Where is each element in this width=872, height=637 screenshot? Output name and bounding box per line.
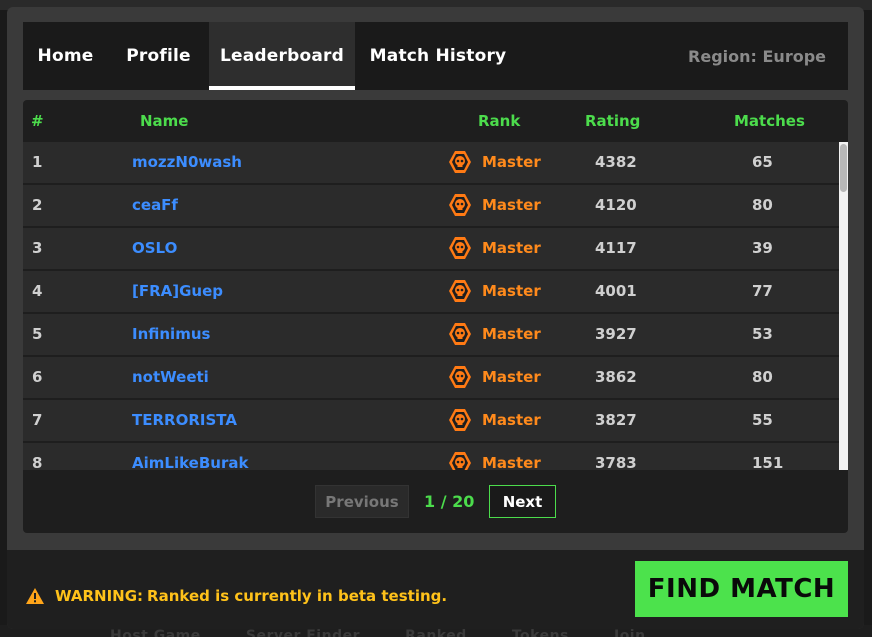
rank-label: Master bbox=[482, 153, 541, 171]
rating-value: 4382 bbox=[595, 153, 637, 171]
skull-badge-icon bbox=[449, 194, 471, 216]
rating-value: 3827 bbox=[595, 411, 637, 429]
nav-bar: Home Profile Leaderboard Match History R… bbox=[23, 22, 848, 90]
row-number: 2 bbox=[32, 196, 43, 214]
skull-badge-icon bbox=[449, 151, 471, 173]
rating-value: 4120 bbox=[595, 196, 637, 214]
bg-menu-item: Host Game bbox=[110, 628, 201, 637]
skull-badge-icon bbox=[449, 237, 471, 259]
region-label: Region: Europe bbox=[688, 46, 826, 66]
skull-badge-icon bbox=[449, 409, 471, 431]
player-name-link[interactable]: TERRORISTA bbox=[132, 411, 237, 429]
row-number: 3 bbox=[32, 239, 43, 257]
bg-menu-item: Ranked bbox=[405, 628, 467, 637]
rank-label: Master bbox=[482, 411, 541, 429]
matches-value: 151 bbox=[752, 454, 784, 470]
warning-label: WARNING: bbox=[55, 587, 144, 605]
header-rank: Rank bbox=[478, 112, 521, 130]
table-scrollbar[interactable] bbox=[839, 142, 848, 470]
table-row: 6 notWeeti Master 3862 80 bbox=[23, 357, 839, 398]
tab-match-history[interactable]: Match History bbox=[355, 22, 521, 90]
footer-bar: WARNING: Ranked is currently in beta tes… bbox=[7, 550, 864, 629]
player-name-link[interactable]: Infinimus bbox=[132, 325, 210, 343]
header-name: Name bbox=[140, 112, 189, 130]
skull-badge-icon bbox=[449, 323, 471, 345]
matches-value: 80 bbox=[752, 196, 773, 214]
warning-text: Ranked is currently in beta testing. bbox=[147, 587, 448, 605]
rating-value: 4001 bbox=[595, 282, 637, 300]
tab-home[interactable]: Home bbox=[23, 22, 108, 90]
rank-label: Master bbox=[482, 454, 541, 470]
table-header: # Name Rank Rating Matches bbox=[23, 100, 848, 142]
row-number: 4 bbox=[32, 282, 43, 300]
rating-value: 3862 bbox=[595, 368, 637, 386]
player-name-link[interactable]: notWeeti bbox=[132, 368, 209, 386]
leaderboard-table: # Name Rank Rating Matches 1 mozzN0wash … bbox=[23, 100, 848, 533]
header-matches: Matches bbox=[734, 112, 805, 130]
header-rating: Rating bbox=[585, 112, 641, 130]
pagination: Previous 1 / 20 Next bbox=[23, 484, 848, 520]
next-page-button[interactable]: Next bbox=[489, 485, 556, 518]
page-indicator: 1 / 20 bbox=[424, 492, 475, 511]
rank-label: Master bbox=[482, 196, 541, 214]
row-number: 6 bbox=[32, 368, 43, 386]
row-number: 7 bbox=[32, 411, 43, 429]
warning-triangle-icon bbox=[26, 588, 44, 604]
row-number: 1 bbox=[32, 153, 43, 171]
table-row: 1 mozzN0wash Master 4382 65 bbox=[23, 142, 839, 183]
matches-value: 65 bbox=[752, 153, 773, 171]
player-name-link[interactable]: OSLO bbox=[132, 239, 177, 257]
player-name-link[interactable]: mozzN0wash bbox=[132, 153, 242, 171]
matches-value: 55 bbox=[752, 411, 773, 429]
bg-menu-item: Join bbox=[613, 628, 646, 637]
header-rank-number: # bbox=[31, 112, 44, 130]
skull-badge-icon bbox=[449, 452, 471, 470]
player-name-link[interactable]: ceaFf bbox=[132, 196, 178, 214]
matches-value: 39 bbox=[752, 239, 773, 257]
skull-badge-icon bbox=[449, 366, 471, 388]
bg-menu-item: Server Finder bbox=[245, 628, 360, 637]
find-match-button[interactable]: FIND MATCH bbox=[635, 561, 848, 617]
table-row: 3 OSLO Master 4117 39 bbox=[23, 228, 839, 269]
previous-page-button[interactable]: Previous bbox=[315, 485, 409, 518]
player-name-link[interactable]: [FRA]Guep bbox=[132, 282, 223, 300]
table-row: 2 ceaFf Master 4120 80 bbox=[23, 185, 839, 226]
rating-value: 3783 bbox=[595, 454, 637, 470]
rank-label: Master bbox=[482, 239, 541, 257]
table-row: 7 TERRORISTA Master 3827 55 bbox=[23, 400, 839, 441]
scrollbar-thumb[interactable] bbox=[840, 144, 847, 192]
table-body[interactable]: 1 mozzN0wash Master 4382 65 2 ceaFf Mast… bbox=[23, 142, 839, 470]
table-row: 8 AimLikeBurak Master 3783 151 bbox=[23, 443, 839, 470]
tab-profile[interactable]: Profile bbox=[108, 22, 209, 90]
rating-value: 3927 bbox=[595, 325, 637, 343]
tab-leaderboard[interactable]: Leaderboard bbox=[209, 22, 355, 90]
rank-label: Master bbox=[482, 368, 541, 386]
beta-warning: WARNING: Ranked is currently in beta tes… bbox=[25, 587, 447, 605]
matches-value: 53 bbox=[752, 325, 773, 343]
rating-value: 4117 bbox=[595, 239, 637, 257]
table-row: 4 [FRA]Guep Master 4001 77 bbox=[23, 271, 839, 312]
row-number: 5 bbox=[32, 325, 43, 343]
bg-menu-item: Tokens bbox=[511, 628, 569, 637]
table-row: 5 Infinimus Master 3927 53 bbox=[23, 314, 839, 355]
matches-value: 77 bbox=[752, 282, 773, 300]
rank-label: Master bbox=[482, 282, 541, 300]
rank-label: Master bbox=[482, 325, 541, 343]
player-name-link[interactable]: AimLikeBurak bbox=[132, 454, 248, 470]
row-number: 8 bbox=[32, 454, 43, 470]
skull-badge-icon bbox=[449, 280, 471, 302]
matches-value: 80 bbox=[752, 368, 773, 386]
ranked-panel: Home Profile Leaderboard Match History R… bbox=[7, 7, 864, 629]
